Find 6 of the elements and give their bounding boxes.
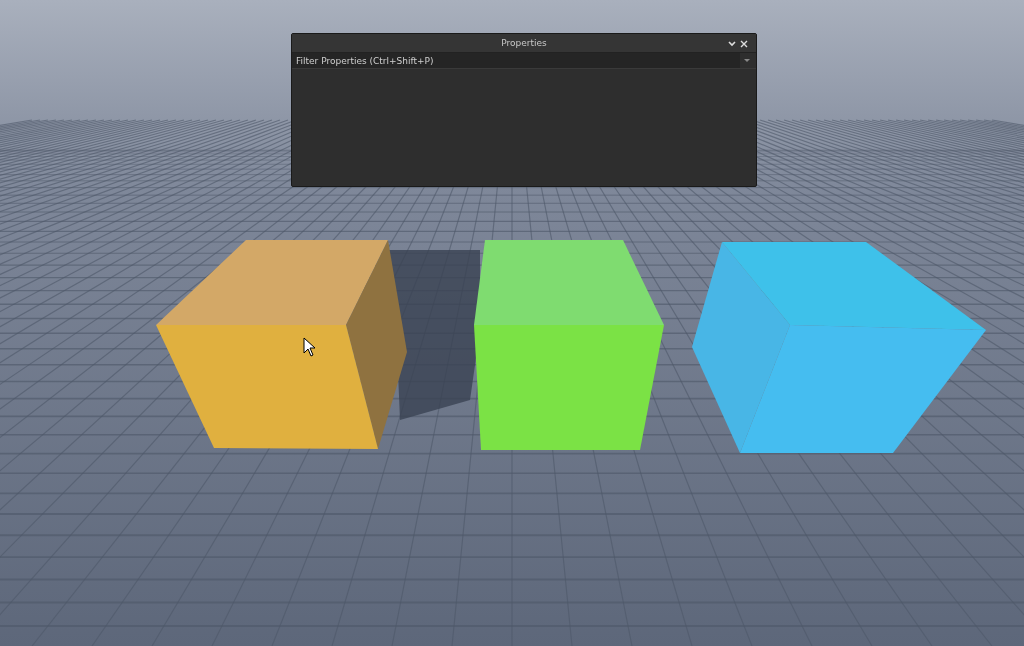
- mouse-pointer-icon: [303, 337, 316, 357]
- dropdown-arrow-icon[interactable]: [744, 58, 750, 63]
- chevron-down-icon[interactable]: [728, 41, 736, 47]
- close-icon[interactable]: [740, 40, 748, 48]
- filter-field[interactable]: Filter Properties (Ctrl+Shift+P): [292, 53, 740, 68]
- panel-title: Properties: [501, 38, 547, 48]
